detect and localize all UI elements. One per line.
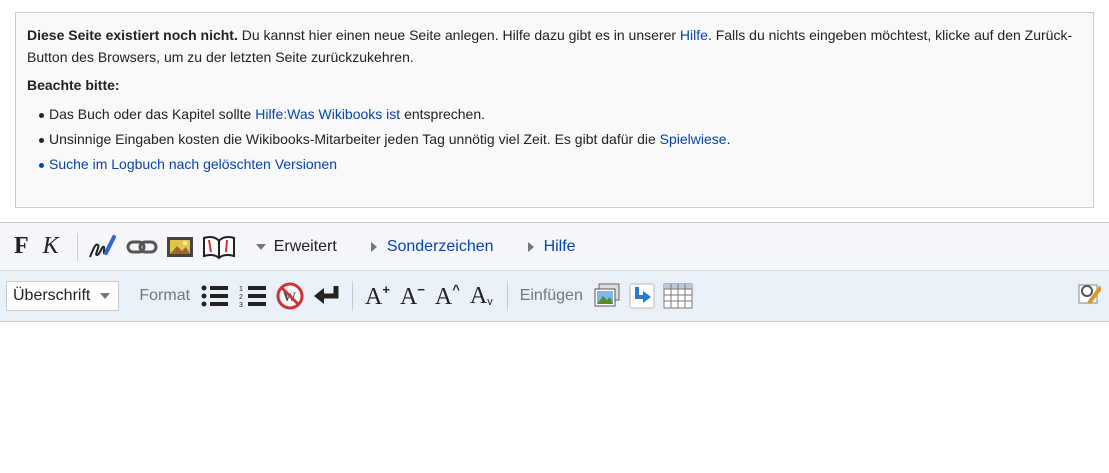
font-bigger-button[interactable]: A+ <box>365 282 390 311</box>
advanced-toolbar: Überschrift Format 1 2 3 W <box>0 271 1109 322</box>
bullet2-post: . <box>726 131 731 147</box>
list-item: Unsinnige Eingaben kosten die Wikibooks-… <box>39 127 1082 152</box>
notice-intro-bold: Diese Seite existiert noch nicht. <box>27 27 238 43</box>
hilfe-link[interactable]: Hilfe <box>680 27 708 43</box>
superscript-button[interactable]: A^ <box>435 282 460 311</box>
bullet1-post: entsprechen. <box>400 106 486 122</box>
image-icon[interactable] <box>166 235 194 259</box>
main-toolbar: F K Erweitert Sonderzeichen Hilfe <box>0 223 1109 271</box>
heading-select-value: Überschrift <box>13 287 91 304</box>
notice-beachte: Beachte bitte: <box>27 77 120 93</box>
superscript-label: A <box>434 283 453 310</box>
chevron-right-icon <box>527 241 534 252</box>
was-wikibooks-ist-link[interactable]: Hilfe:Was Wikibooks ist <box>255 106 400 122</box>
erweitert-label: Erweitert <box>273 237 337 255</box>
chevron-down-icon <box>255 243 266 250</box>
font-smaller-mod: − <box>417 281 425 297</box>
notice-intro: Diese Seite existiert noch nicht. Du kan… <box>27 24 1082 68</box>
hilfe-toggle[interactable]: Hilfe <box>527 237 576 256</box>
line-break-icon[interactable] <box>312 284 340 308</box>
signature-icon[interactable] <box>88 233 118 261</box>
insert-group-label: Einfügen <box>519 287 583 304</box>
list-item: Suche im Logbuch nach gelöschten Version… <box>39 152 1082 177</box>
superscript-mod: ^ <box>452 281 460 297</box>
hilfe-tab-label: Hilfe <box>543 237 576 255</box>
edit-notice: Diese Seite existiert noch nicht. Du kan… <box>15 12 1094 208</box>
spielwiese-link[interactable]: Spielwiese <box>660 131 727 147</box>
edit-textarea[interactable] <box>0 322 1109 472</box>
sonderzeichen-toggle[interactable]: Sonderzeichen <box>370 237 494 256</box>
bulleted-list-icon[interactable] <box>200 284 230 308</box>
sonderzeichen-label: Sonderzeichen <box>386 237 494 255</box>
svg-text:1: 1 <box>239 286 243 293</box>
svg-text:3: 3 <box>239 302 243 308</box>
subscript-button[interactable]: Av <box>470 283 493 310</box>
list-item: Das Buch oder das Kapitel sollte Hilfe:W… <box>39 102 1082 127</box>
gallery-icon[interactable] <box>593 283 621 309</box>
font-bigger-label: A <box>365 283 383 310</box>
italic-button[interactable]: K <box>43 233 59 260</box>
heading-select[interactable]: Überschrift <box>6 281 120 311</box>
svg-text:2: 2 <box>239 294 243 301</box>
link-icon[interactable] <box>126 237 158 257</box>
toolbar-divider <box>76 232 78 261</box>
wiki-editor: F K Erweitert Sonderzeichen Hilfe Übersc… <box>0 222 1109 473</box>
logbuch-link[interactable]: Suche im Logbuch nach gelöschten Version… <box>49 156 337 172</box>
no-wiki-icon[interactable]: W <box>276 282 304 310</box>
reference-icon[interactable] <box>202 234 236 260</box>
chevron-down-icon <box>100 293 111 299</box>
bullet1-text: Das Buch oder das Kapitel sollte <box>49 106 256 122</box>
table-icon[interactable] <box>663 283 693 309</box>
erweitert-toggle[interactable]: Erweitert <box>255 237 337 256</box>
format-group-label: Format <box>139 287 191 304</box>
font-smaller-label: A <box>399 283 418 310</box>
toolbar-divider <box>352 281 354 311</box>
numbered-list-icon[interactable]: 1 2 3 <box>238 284 268 308</box>
font-smaller-button[interactable]: A− <box>400 282 425 311</box>
subscript-label: A <box>469 282 488 309</box>
notice-list: Das Buch oder das Kapitel sollte Hilfe:W… <box>27 102 1082 177</box>
bold-button[interactable]: F <box>14 233 29 260</box>
toolbar-divider <box>506 281 508 311</box>
redirect-icon[interactable] <box>629 283 655 309</box>
chevron-right-icon <box>370 241 377 252</box>
bullet2-text: Unsinnige Eingaben kosten die Wikibooks-… <box>49 131 660 147</box>
font-bigger-mod: + <box>382 281 390 297</box>
notice-intro-text-1: Du kannst hier einen neue Seite anlegen.… <box>237 27 680 43</box>
subscript-mod: v <box>487 295 493 308</box>
search-replace-icon[interactable] <box>1077 281 1101 309</box>
